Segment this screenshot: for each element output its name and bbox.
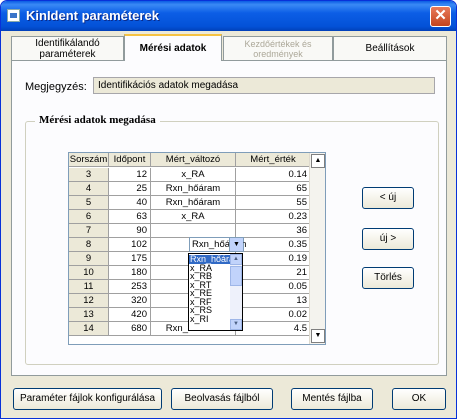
- arrow-up-icon: ▲: [233, 256, 239, 262]
- tab-label: Beállítások: [365, 43, 415, 54]
- row-number-cell[interactable]: 12: [69, 294, 109, 308]
- ok-button[interactable]: OK: [392, 388, 446, 410]
- value-cell[interactable]: 0.14: [236, 168, 311, 182]
- value-cell[interactable]: 0.23: [236, 210, 311, 224]
- dropdown-scrollbar[interactable]: ▲ ▼: [230, 254, 242, 330]
- row-number-cell[interactable]: 3: [69, 168, 109, 182]
- dialog-window: KinIdent paraméterek ✕ Identifikálandó p…: [0, 0, 457, 419]
- arrow-up-icon: ▲: [314, 157, 322, 164]
- variable-combobox[interactable]: Rxn_hőáram ▼: [189, 237, 246, 252]
- header-cell[interactable]: Mért_változó: [151, 153, 236, 167]
- row-number-cell[interactable]: 13: [69, 308, 109, 322]
- time-cell[interactable]: 253: [109, 280, 151, 294]
- row-number-cell[interactable]: 5: [69, 196, 109, 210]
- value-cell[interactable]: 0.02: [236, 308, 311, 322]
- load-from-file-button[interactable]: Beolvasás fájlból: [171, 388, 273, 410]
- tab-label: Identifikálandó paraméterek: [35, 37, 100, 60]
- variable-cell[interactable]: Rxn_hőáram: [151, 196, 236, 210]
- value-cell[interactable]: 55: [236, 196, 311, 210]
- time-cell[interactable]: 180: [109, 266, 151, 280]
- time-cell[interactable]: 175: [109, 252, 151, 266]
- combobox-dropdown-button[interactable]: ▼: [229, 238, 243, 251]
- table-row[interactable]: 3 12 x_RA 0.14: [69, 168, 311, 182]
- tab-identifikalando[interactable]: Identifikálandó paraméterek: [11, 36, 124, 60]
- tab-label: Mérési adatok: [139, 43, 207, 54]
- time-cell[interactable]: 40: [109, 196, 151, 210]
- close-icon: ✕: [434, 7, 447, 24]
- value-cell[interactable]: 13: [236, 294, 311, 308]
- app-icon: [7, 9, 20, 22]
- time-cell[interactable]: 102: [109, 238, 151, 252]
- value-cell[interactable]: 0.35: [236, 238, 311, 252]
- time-cell[interactable]: 320: [109, 294, 151, 308]
- dropdown-scroll-down[interactable]: ▼: [230, 319, 242, 330]
- row-number-cell[interactable]: 4: [69, 182, 109, 196]
- tab-strip: Identifikálandó paraméterek Mérési adato…: [11, 34, 447, 61]
- tab-label-line1: Kezdőértékek és: [244, 38, 312, 49]
- note-label: Megjegyzés:: [25, 81, 87, 93]
- value-cell[interactable]: 21: [236, 266, 311, 280]
- dropdown-option[interactable]: x_RI: [189, 314, 231, 324]
- value-cell[interactable]: 36: [236, 224, 311, 238]
- table-header: Sorszám Időpont Mért_változó Mért_érték: [69, 153, 311, 167]
- config-files-button[interactable]: Paraméter fájlok konfigurálása: [13, 388, 162, 410]
- time-cell[interactable]: 12: [109, 168, 151, 182]
- title-bar[interactable]: KinIdent paraméterek ✕: [1, 1, 456, 31]
- value-cell[interactable]: 0.05: [236, 280, 311, 294]
- value-cell[interactable]: 65: [236, 182, 311, 196]
- window-title: KinIdent paraméterek: [26, 8, 159, 23]
- table-row[interactable]: 5 40 Rxn_hőáram 55: [69, 196, 311, 210]
- header-cell[interactable]: Sorszám: [69, 153, 109, 167]
- variable-cell[interactable]: x_RA: [151, 210, 236, 224]
- time-cell[interactable]: 680: [109, 322, 151, 336]
- save-to-file-button[interactable]: Mentés fájlba: [291, 388, 373, 410]
- time-cell[interactable]: 25: [109, 182, 151, 196]
- note-field[interactable]: Identifikációs adatok megadása: [93, 77, 435, 94]
- next-new-button[interactable]: új >: [362, 228, 414, 250]
- variable-cell[interactable]: x_RA: [151, 168, 236, 182]
- table-row[interactable]: 4 25 Rxn_hőáram 65: [69, 182, 311, 196]
- scroll-up-button[interactable]: ▲: [311, 154, 325, 168]
- table-row[interactable]: 6 63 x_RA 0.23: [69, 210, 311, 224]
- chevron-down-icon: ▼: [233, 241, 240, 248]
- prev-new-button[interactable]: < új: [362, 187, 414, 209]
- time-cell[interactable]: 63: [109, 210, 151, 224]
- group-title: Mérési adatok megadása: [35, 114, 160, 126]
- time-cell[interactable]: 90: [109, 224, 151, 238]
- variable-cell[interactable]: [151, 224, 236, 238]
- arrow-down-icon: ▼: [233, 321, 239, 327]
- value-cell[interactable]: 4.5: [236, 322, 311, 336]
- variable-dropdown-list[interactable]: Rxn_hőáram x_RA x_RB x_RT x_RE x_RF x_RS x_RI ▲…: [188, 253, 243, 331]
- row-number-cell[interactable]: 8: [69, 238, 109, 252]
- tab-label-line2: oredmények: [253, 48, 303, 59]
- tab-kezdoertekek[interactable]: Kezdőértékek és oredmények: [223, 36, 333, 60]
- dropdown-scroll-up[interactable]: ▲: [230, 254, 242, 265]
- time-cell[interactable]: 420: [109, 308, 151, 322]
- row-number-cell[interactable]: 7: [69, 224, 109, 238]
- table-scrollbar[interactable]: ▲ ▼: [309, 153, 325, 344]
- value-cell[interactable]: 0.19: [236, 252, 311, 266]
- row-number-cell[interactable]: 9: [69, 252, 109, 266]
- header-cell[interactable]: Mért_érték: [236, 153, 311, 167]
- tab-meresi-adatok[interactable]: Mérési adatok: [124, 34, 222, 61]
- tab-beallitasok[interactable]: Beállítások: [333, 36, 447, 60]
- header-cell[interactable]: Időpont: [109, 153, 151, 167]
- dropdown-scroll-thumb[interactable]: [230, 266, 242, 286]
- close-button[interactable]: ✕: [430, 6, 451, 27]
- row-number-cell[interactable]: 6: [69, 210, 109, 224]
- arrow-down-icon: ▼: [314, 332, 322, 339]
- row-number-cell[interactable]: 14: [69, 322, 109, 336]
- row-number-cell[interactable]: 11: [69, 280, 109, 294]
- delete-button[interactable]: Törlés: [362, 267, 414, 289]
- row-number-cell[interactable]: 10: [69, 266, 109, 280]
- scroll-down-button[interactable]: ▼: [311, 329, 325, 343]
- variable-cell[interactable]: Rxn_hőáram: [151, 182, 236, 196]
- table-row[interactable]: 7 90 36: [69, 224, 311, 238]
